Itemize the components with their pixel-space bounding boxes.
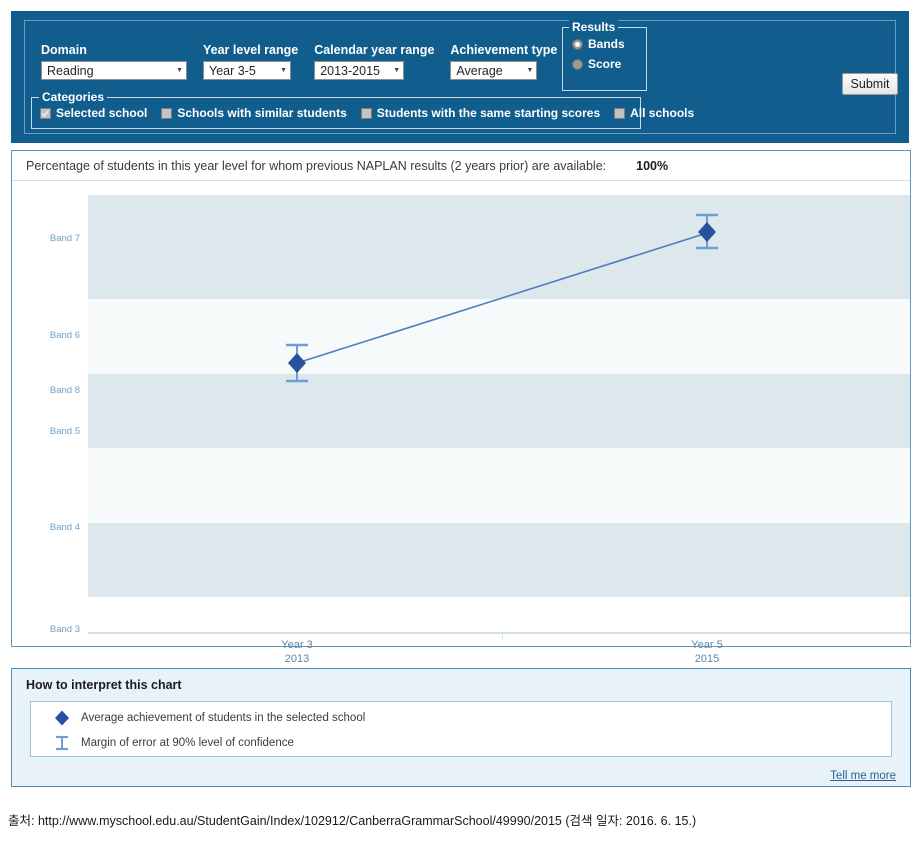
filter-fields-row: Domain Reading ▼ Year level range Year 3… [41,43,573,80]
categories-fieldset: Categories Selected school Schools with … [31,90,694,129]
chevron-down-icon: ▼ [526,67,534,74]
radio-bands-label: Bands [588,37,625,51]
legend-item-margin-of-error: Margin of error at 90% level of confiden… [31,730,891,755]
y-axis-label-band6: Band 6 [49,330,80,341]
checkbox-all-schools-icon[interactable] [614,107,626,119]
radio-bands-icon[interactable] [572,38,583,50]
data-point-marker-year3 [288,353,306,373]
field-achievement-type: Achievement type Average ▼ [450,43,557,80]
checkbox-selected-school[interactable]: Selected school [40,106,147,120]
chevron-down-icon: ▼ [280,67,287,74]
domain-label: Domain [41,43,87,57]
band-shading-strip [88,195,910,300]
checkbox-same-starting-scores-icon[interactable] [360,107,372,119]
checkbox-all-schools-label: All schools [630,106,695,120]
year-level-range-select[interactable]: Year 3-5 ▼ [203,61,291,80]
chevron-down-icon: ▼ [393,67,401,74]
x-axis-label-year3: Year 3 2013 [281,638,312,666]
source-caption: 출처: http://www.myschool.edu.au/StudentGa… [8,814,697,828]
domain-select[interactable]: Reading ▼ [41,61,187,80]
categories-options-row: Selected school Schools with similar stu… [32,98,694,128]
radio-option-score[interactable]: Score [572,57,646,71]
plot-area [88,195,910,597]
radio-option-bands[interactable]: Bands [572,37,646,51]
y-axis-label-band8: Band 8 [49,385,80,396]
tell-me-more-link[interactable]: Tell me more [830,770,896,782]
x-axis-label-year3-line2: 2013 [284,653,310,665]
control-panel: Domain Reading ▼ Year level range Year 3… [11,11,909,143]
availability-value: 100% [636,158,669,173]
interpret-card: How to interpret this chart Average achi… [11,668,911,787]
plot-wrap: Band 8 Band 7 Band 6 Band 5 Band 4 Band … [12,182,910,665]
x-axis-label-year5: Year 5 2015 [691,638,722,666]
field-year-level-range: Year level range Year 3-5 ▼ [203,43,298,80]
y-axis-label-band7: Band 7 [49,233,80,244]
field-calendar-year-range: Calendar year range 2013-2015 ▼ [314,43,434,80]
diamond-marker-icon [49,709,75,727]
legend-label-average-achievement: Average achievement of students in the s… [81,711,366,724]
availability-text: Percentage of students in this year leve… [26,158,607,173]
calendar-year-range-label: Calendar year range [314,43,435,57]
x-axis-label-year3-line1: Year 3 [281,639,313,651]
checkbox-similar-students-label: Schools with similar students [177,106,347,120]
domain-select-value: Reading [47,63,94,78]
chart-card: Percentage of students in this year leve… [11,150,911,665]
checkbox-selected-school-icon[interactable] [40,107,51,119]
achievement-type-value: Average [456,63,503,78]
checkbox-selected-school-label: Selected school [56,106,148,120]
x-axis-label-year5-line1: Year 5 [691,639,723,651]
band-shading-strip [88,373,910,449]
control-panel-border: Domain Reading ▼ Year level range Year 3… [24,20,896,134]
x-axis-baseline [88,632,910,634]
band-shading-strip [88,522,910,597]
calendar-year-range-select[interactable]: 2013-2015 ▼ [314,61,405,80]
checkbox-same-starting-scores-label: Students with the same starting scores [376,106,601,120]
chevron-down-icon: ▼ [176,67,183,74]
checkbox-similar-students-icon[interactable] [161,107,173,119]
x-axis-tick-center [502,634,503,640]
availability-bar: Percentage of students in this year leve… [12,151,910,181]
y-axis-label-band5: Band 5 [49,426,80,437]
y-axis-label-band4: Band 4 [49,522,80,533]
results-fieldset: Results Bands Score [562,20,647,91]
radio-score-label: Score [588,57,622,71]
achievement-type-select[interactable]: Average ▼ [450,61,538,80]
x-axis-label-year5-line2: 2015 [694,653,720,665]
legend-item-average-achievement: Average achievement of students in the s… [31,705,891,730]
error-bar-icon [49,734,75,752]
year-level-range-label: Year level range [203,43,299,57]
results-legend-label: Results [569,20,619,34]
calendar-year-range-value: 2013-2015 [320,63,380,78]
radio-score-icon[interactable] [572,58,583,70]
legend-label-margin-of-error: Margin of error at 90% level of confiden… [81,736,294,749]
achievement-type-label: Achievement type [450,43,558,57]
checkbox-similar-students[interactable]: Schools with similar students [161,106,347,120]
interpret-legend-box: Average achievement of students in the s… [30,701,892,757]
year-level-range-value: Year 3-5 [209,63,256,78]
checkbox-same-starting-scores[interactable]: Students with the same starting scores [360,106,601,120]
submit-button[interactable]: Submit [842,73,898,95]
categories-legend-label: Categories [39,90,108,104]
checkbox-all-schools[interactable]: All schools [614,106,694,120]
y-axis-label-band3: Band 3 [49,624,80,635]
interpret-title: How to interpret this chart [26,678,182,692]
field-domain: Domain Reading ▼ [41,43,187,80]
